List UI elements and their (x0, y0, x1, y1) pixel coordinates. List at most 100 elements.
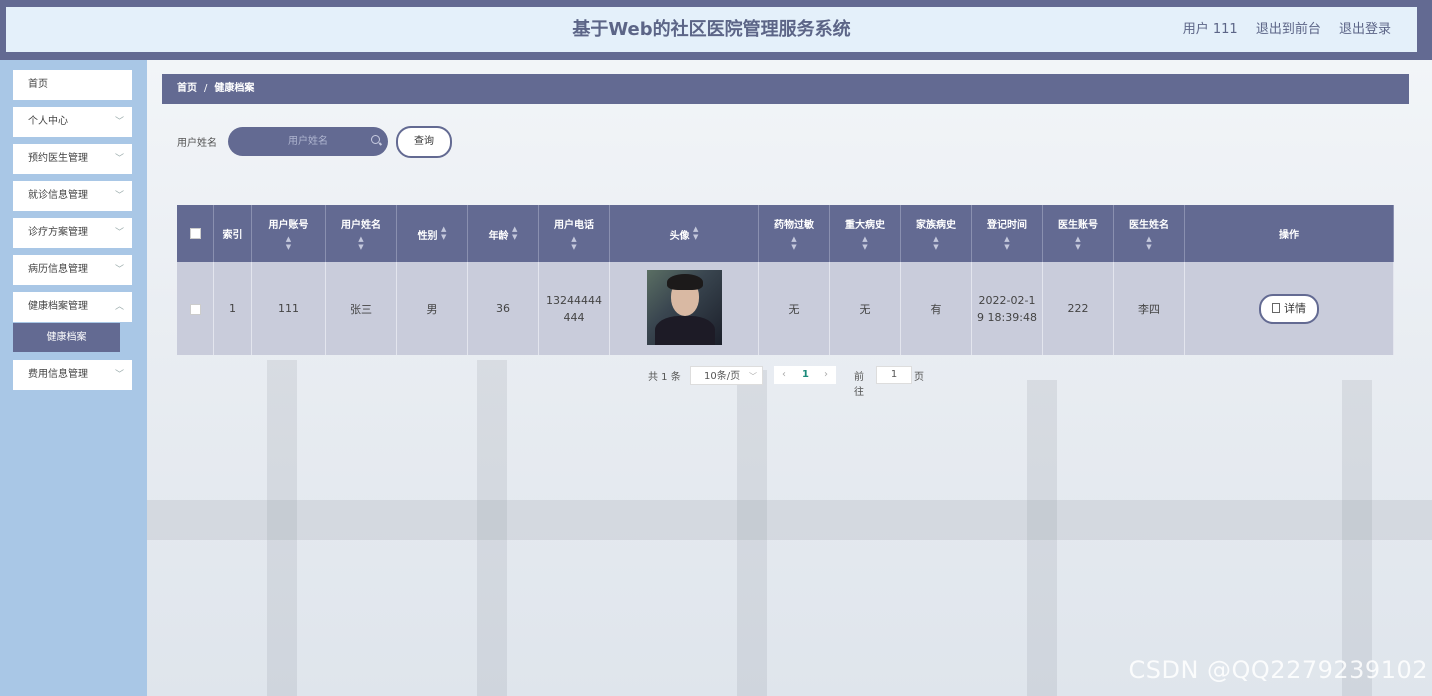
chevron-down-icon: ﹀ (749, 372, 757, 381)
header-major-history[interactable]: 重大病史 ▲ ▼ (829, 205, 901, 262)
chevron-down-icon: ﹀ (114, 228, 124, 238)
search-box (228, 127, 388, 156)
table-row: 1 111 张三 男 36 13244444 444 无 无 有 2022-02-… (177, 262, 1394, 355)
sort-icon[interactable]: ▲ ▼ (252, 235, 325, 251)
back-to-front-link[interactable]: 退出到前台 (1256, 22, 1321, 37)
page-size-select[interactable]: 10条/页 ﹀ (690, 366, 763, 385)
sort-icon[interactable]: ▲ ▼ (326, 235, 396, 251)
sidebar-item-personal-center[interactable]: 个人中心 ﹀ (13, 107, 132, 137)
sidebar-item-label: 首页 (28, 79, 48, 90)
watermark: CSDN @QQ2279239102 (1128, 656, 1428, 684)
sidebar-item-label: 诊疗方案管理 (28, 227, 88, 238)
header-label: 用户电话 (554, 220, 594, 231)
sidebar-item-visit-info[interactable]: 就诊信息管理 ﹀ (13, 181, 132, 211)
header-name[interactable]: 用户姓名 ▲ ▼ (325, 205, 397, 262)
row-checkbox[interactable] (189, 303, 201, 315)
sidebar-item-treatment-plan[interactable]: 诊疗方案管理 ﹀ (13, 218, 132, 248)
sidebar-subitem-health-record[interactable]: 健康档案 (13, 323, 120, 352)
goto-page-input[interactable]: 1 (876, 366, 912, 384)
sort-icon[interactable]: ▲ ▼ (539, 235, 609, 251)
header-phone[interactable]: 用户电话 ▲ ▼ (538, 205, 610, 262)
sidebar-item-appointment[interactable]: 预约医生管理 ﹀ (13, 144, 132, 174)
header-avatar[interactable]: 头像 ▲ ▼ (609, 205, 759, 262)
current-user-label: 用户 111 (1182, 22, 1238, 37)
page-navigator: ‹ 1 › (774, 366, 836, 384)
header-label: 重大病史 (845, 220, 885, 231)
header-gender[interactable]: 性别 ▲ ▼ (396, 205, 468, 262)
goto-suffix: 页 (914, 372, 924, 383)
detail-button[interactable]: 详情 (1259, 293, 1319, 324)
breadcrumb-home[interactable]: 首页 (177, 83, 197, 94)
header-label: 年龄 (488, 231, 509, 242)
sort-icon[interactable]: ▲ ▼ (759, 235, 829, 251)
sidebar-item-label: 个人中心 (28, 116, 68, 127)
logout-link[interactable]: 退出登录 (1339, 22, 1391, 37)
header-allergy[interactable]: 药物过敏 ▲ ▼ (758, 205, 830, 262)
sort-icon[interactable]: ▲ ▼ (441, 225, 446, 241)
sort-icon[interactable]: ▲ ▼ (901, 235, 971, 251)
sort-icon[interactable]: ▲ ▼ (1043, 235, 1113, 251)
sidebar-item-health-record[interactable]: 健康档案管理 ︿ (13, 292, 132, 322)
header-label: 家族病史 (916, 220, 956, 231)
prev-page-icon[interactable]: ‹ (782, 366, 786, 384)
cell-name: 张三 (325, 262, 397, 355)
search-input[interactable] (241, 135, 375, 148)
header-doctor-account[interactable]: 医生账号 ▲ ▼ (1042, 205, 1114, 262)
chevron-down-icon: ﹀ (114, 265, 124, 275)
header-label: 医生姓名 (1129, 220, 1169, 231)
search-label: 用户姓名 (177, 138, 217, 149)
sidebar: 首页 个人中心 ﹀ 预约医生管理 ﹀ 就诊信息管理 ﹀ 诊疗方案管理 ﹀ 病历信… (0, 60, 147, 696)
sort-icon[interactable]: ▲ ▼ (830, 235, 900, 251)
sort-icon[interactable]: ▲ ▼ (972, 235, 1042, 251)
background-decoration (147, 500, 1432, 540)
chevron-up-icon: ︿ (114, 302, 124, 312)
sidebar-item-label: 病历信息管理 (28, 264, 88, 275)
header-links: 用户 111 退出到前台 退出登录 (1169, 7, 1391, 52)
header-label: 用户账号 (268, 220, 309, 231)
header-doctor-name[interactable]: 医生姓名 ▲ ▼ (1113, 205, 1185, 262)
health-record-table: 索引 用户账号 ▲ ▼ 用户姓名 ▲ ▼ 性别 ▲ ▼ 年龄 ▲ ▼ 用户电话 ▲ ▼ 头像 ▲… (177, 205, 1394, 355)
breadcrumb-current: 健康档案 (214, 83, 255, 94)
header-family-history[interactable]: 家族病史 ▲ ▼ (900, 205, 972, 262)
avatar (646, 269, 722, 345)
cell-doctor-name: 李四 (1113, 262, 1185, 355)
table-header-row: 索引 用户账号 ▲ ▼ 用户姓名 ▲ ▼ 性别 ▲ ▼ 年龄 ▲ ▼ 用户电话 ▲ ▼ 头像 ▲… (177, 205, 1394, 262)
breadcrumb: 首页 / 健康档案 (162, 74, 1409, 104)
sort-icon[interactable]: ▲ ▼ (1114, 235, 1184, 251)
header-label: 医生账号 (1058, 220, 1098, 231)
cell-major-history: 无 (829, 262, 901, 355)
header-register-time[interactable]: 登记时间 ▲ ▼ (971, 205, 1043, 262)
main-content: 首页 / 健康档案 用户姓名 查询 索引 用户账号 ▲▼ 用户姓名 ▲▼ 性别 ▲▼ 年… (147, 60, 1432, 696)
header-age[interactable]: 年龄 ▲ ▼ (467, 205, 539, 262)
cell-doctor-account: 222 (1042, 262, 1114, 355)
header-label: 性别 (417, 231, 438, 242)
cell-register-time: 2022-02-1 9 18:39:48 (971, 262, 1043, 355)
sidebar-item-home[interactable]: 首页 (13, 70, 132, 100)
header-index: 索引 (213, 205, 252, 262)
cell-avatar (609, 262, 759, 355)
sidebar-item-medical-record[interactable]: 病历信息管理 ﹀ (13, 255, 132, 285)
sidebar-item-label: 预约医生管理 (28, 153, 88, 164)
background-decoration (477, 360, 507, 696)
sort-icon[interactable]: ▲ ▼ (512, 225, 517, 241)
sort-icon[interactable]: ▲ ▼ (693, 225, 698, 241)
header-panel: 基于Web的社区医院管理服务系统 用户 111 退出到前台 退出登录 (6, 7, 1417, 52)
next-page-icon[interactable]: › (824, 366, 828, 384)
sidebar-item-label: 就诊信息管理 (28, 190, 88, 201)
select-all-header (177, 205, 214, 262)
header-label: 头像 (669, 231, 690, 242)
query-button[interactable]: 查询 (396, 126, 452, 158)
cell-account: 111 (251, 262, 326, 355)
pagination-total: 共 1 条 (648, 372, 681, 383)
header-account[interactable]: 用户账号 ▲ ▼ (251, 205, 326, 262)
phone-line-2: 444 (563, 310, 585, 324)
background-decoration (1342, 380, 1372, 696)
select-all-checkbox[interactable] (189, 227, 201, 239)
background-decoration (1027, 380, 1057, 696)
page-size-value: 10条/页 (704, 371, 741, 382)
chevron-down-icon: ﹀ (114, 154, 124, 164)
header-label: 药物过敏 (774, 220, 814, 231)
current-page-number[interactable]: 1 (802, 366, 809, 384)
cell-family-history: 有 (900, 262, 972, 355)
sidebar-item-fee-info[interactable]: 费用信息管理 ﹀ (13, 360, 132, 390)
